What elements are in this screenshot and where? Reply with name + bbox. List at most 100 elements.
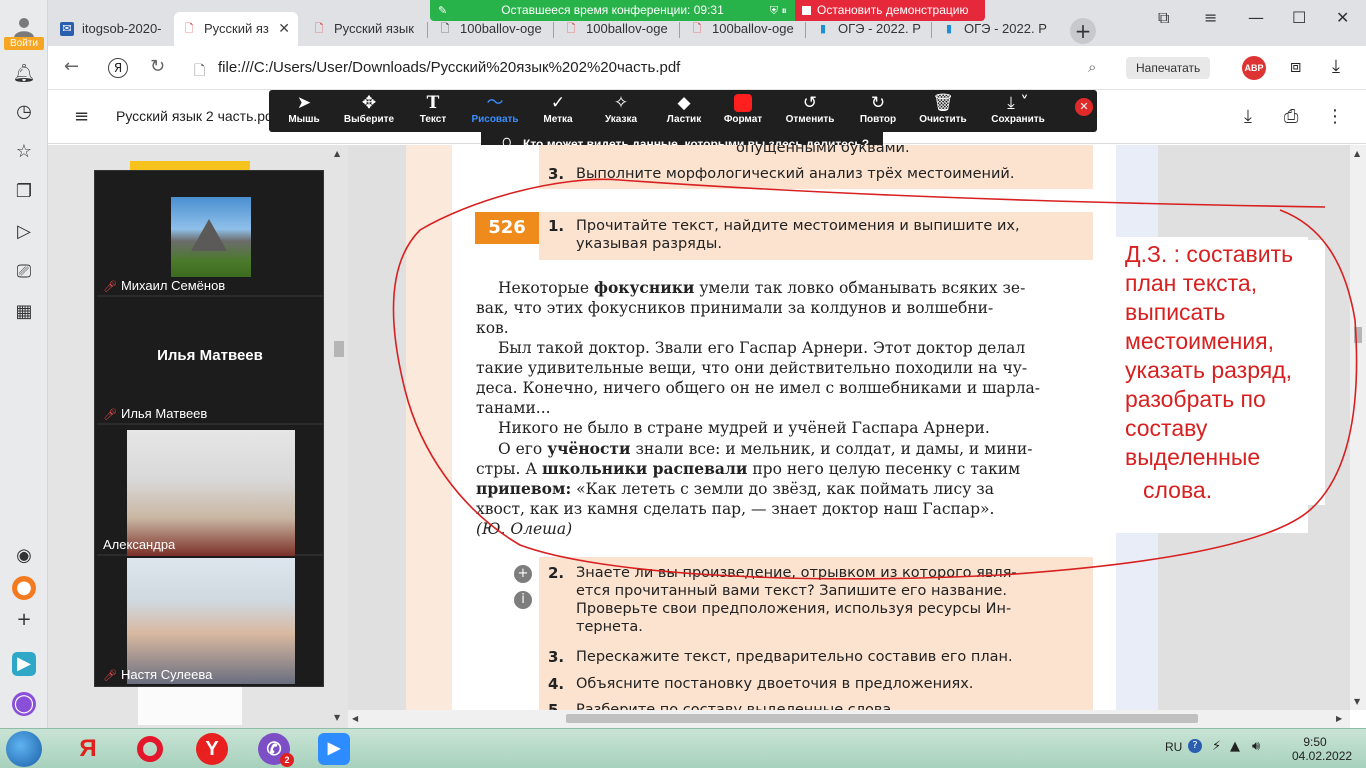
task-text: ется прочитанный вами текст? Запишите ег… xyxy=(576,583,1007,599)
tab-separator xyxy=(553,22,554,38)
horizontal-scrollbar-thumb[interactable] xyxy=(566,714,1198,723)
pdf-print-icon[interactable]: ⎙ xyxy=(1284,106,1298,127)
tool-eraser[interactable]: ◆ Ластик xyxy=(652,92,716,132)
collections-icon[interactable]: ❐ xyxy=(12,180,36,204)
tool-clear[interactable]: 🗑︎ Очистить xyxy=(911,92,975,132)
apps-grid-icon[interactable]: ▦ xyxy=(12,300,36,324)
reload-icon[interactable]: ↻ xyxy=(150,56,165,77)
conference-timer-banner: ✎ Оставшееся время конференции: 09:31 ⛨ … xyxy=(430,0,795,21)
viber-icon[interactable]: ✆ 2 xyxy=(258,733,294,767)
tabs-menu-icon[interactable]: ⧉ xyxy=(1158,8,1169,28)
participant-tile[interactable]: 🎤︎ Михаил Семёнов xyxy=(97,171,323,297)
alice-assistant-icon[interactable]: ◯ xyxy=(12,692,36,716)
thumbnail-scrollbar-thumb[interactable] xyxy=(334,341,344,357)
adblock-extension-icon[interactable]: АВР xyxy=(1242,56,1266,80)
tab-title: Русский язык xyxy=(334,21,414,36)
horizontal-scrollbar[interactable]: ◀ ▶ xyxy=(348,710,1350,728)
alice-icon[interactable]: ◉ xyxy=(12,544,36,568)
minimize-icon[interactable]: — xyxy=(1248,8,1264,27)
screenshot-camera-icon[interactable]: ⎚ xyxy=(12,260,36,284)
media-play-icon[interactable]: ▷ xyxy=(12,220,36,244)
scroll-up-arrow-icon[interactable]: ▲ xyxy=(334,149,340,158)
app-orange-icon[interactable]: ● xyxy=(12,576,36,600)
close-toolbar-icon[interactable]: ✕ xyxy=(1075,98,1093,116)
bell-icon[interactable]: 🔔︎ xyxy=(12,62,36,86)
tool-redo[interactable]: ↻ Повтор xyxy=(846,92,910,132)
help-icon[interactable]: ? xyxy=(1188,739,1202,753)
tool-select[interactable]: ✥ Выберите xyxy=(337,92,401,132)
tab-russian-2[interactable]: 🗋︎ Русский язык xyxy=(304,12,422,46)
participant-photo xyxy=(171,197,251,277)
doc-icon: 🗋︎ xyxy=(440,22,450,35)
start-button-icon[interactable] xyxy=(6,731,42,767)
clock[interactable]: 9:50 04.02.2022 xyxy=(1292,735,1352,763)
thumbnail-page[interactable] xyxy=(138,685,242,725)
volume-icon[interactable]: 🔊︎ xyxy=(1252,739,1260,754)
pdf-title: Русский язык 2 часть.pdf xyxy=(116,108,276,124)
history-icon[interactable]: ◷ xyxy=(12,100,36,124)
text-line: вак, что этих фокусников принимали за ко… xyxy=(476,299,994,317)
language-indicator[interactable]: RU xyxy=(1165,740,1182,754)
tool-text[interactable]: T Текст xyxy=(401,92,465,132)
pdf-viewer[interactable]: опущенными буквами. 3. Выполните морфоло… xyxy=(348,145,1366,710)
extension-icon[interactable]: ⧈ xyxy=(1290,56,1301,77)
cursor-icon: ➤ xyxy=(296,93,312,113)
homework-line: разобрать по xyxy=(1125,386,1266,412)
tool-save[interactable]: ⤓ ˅ Сохранить xyxy=(986,92,1050,132)
pdf-download-icon[interactable]: ⤓ xyxy=(1244,106,1252,127)
text-line: хвост, как из камня сделать пар, — знает… xyxy=(476,500,995,518)
yandex-app-icon[interactable]: Я xyxy=(72,733,104,765)
url-field[interactable]: file:///C:/Users/User/Downloads/Русский%… xyxy=(218,59,680,76)
scroll-right-arrow-icon[interactable]: ▶ xyxy=(1336,714,1342,723)
maximize-icon[interactable]: ☐ xyxy=(1292,8,1306,27)
text-line: ков. xyxy=(476,319,509,337)
scroll-up-arrow-icon[interactable]: ▲ xyxy=(1354,149,1360,158)
save-icon: ⤓ ˅ xyxy=(1007,93,1029,113)
tool-draw[interactable]: 〜 Рисовать xyxy=(463,92,527,132)
address-bar: ← Я ↻ 🗋︎ file:///C:/Users/User/Downloads… xyxy=(48,46,1366,90)
tool-mouse[interactable]: ➤ Мышь xyxy=(272,92,336,132)
text-line: Никого не было в стране мудрей и учёней … xyxy=(498,419,990,437)
scroll-down-arrow-icon[interactable]: ▼ xyxy=(334,713,340,722)
stop-sharing-button[interactable]: Остановить демонстрацию xyxy=(795,0,985,21)
usb-icon[interactable]: ⚡︎ xyxy=(1212,739,1221,754)
zoom-icon[interactable]: ⌕ xyxy=(1088,58,1096,76)
add-panel-icon[interactable]: + xyxy=(12,608,36,632)
info-icon[interactable]: i xyxy=(514,591,532,609)
vertical-scrollbar[interactable]: ▲ ▼ xyxy=(1350,145,1366,710)
exercise-number: 526 xyxy=(475,212,539,244)
text-line: Был такой доктор. Звали его Гаспар Арнер… xyxy=(498,339,1026,357)
scroll-left-arrow-icon[interactable]: ◀ xyxy=(352,714,358,723)
zoom-app-icon[interactable]: ▶ xyxy=(318,733,350,765)
print-page-button[interactable]: Напечатать xyxy=(1126,57,1211,79)
user-avatar-icon[interactable] xyxy=(12,16,36,38)
pdf-more-icon[interactable]: ⋮ xyxy=(1326,106,1344,127)
scroll-down-arrow-icon[interactable]: ▼ xyxy=(1354,697,1360,706)
tab-itogsob[interactable]: ✉ itogsob-2020- xyxy=(52,12,170,46)
bookmarks-star-icon[interactable]: ☆ xyxy=(12,140,36,164)
tool-undo[interactable]: ↺ Отменить xyxy=(778,92,842,132)
tool-spotlight[interactable]: ✧ Указка xyxy=(589,92,653,132)
participant-tile[interactable]: Александра xyxy=(97,430,323,556)
close-window-icon[interactable]: ✕ xyxy=(1336,8,1349,27)
download-icon[interactable]: ⤓ xyxy=(1332,56,1340,77)
participant-name: Настя Сулеева xyxy=(120,667,213,682)
yandex-browser-icon[interactable]: Y xyxy=(196,733,228,765)
pdf-menu-icon[interactable]: ≡ xyxy=(74,106,89,127)
hamburger-menu-icon[interactable]: ≡ xyxy=(1204,8,1217,27)
back-arrow-icon[interactable]: ← xyxy=(64,56,79,77)
yandex-logo-icon[interactable]: Я xyxy=(108,58,128,78)
opera-icon[interactable] xyxy=(134,733,166,765)
tool-stamp[interactable]: ✓ Метка xyxy=(526,92,590,132)
tool-format[interactable]: Формат xyxy=(711,92,775,132)
tray-expand-icon[interactable]: ▲ xyxy=(1230,739,1240,754)
tab-russian-active[interactable]: 🗋︎ Русский яз ✕ xyxy=(174,12,298,46)
messenger-icon[interactable]: ▶ xyxy=(12,652,36,676)
participant-tile[interactable]: Илья Матвеев 🎤︎ Илья Матвеев xyxy=(97,299,323,425)
participant-tile[interactable]: 🎤︎ Настя Сулеева xyxy=(97,558,323,684)
zoom-in-icon[interactable]: + xyxy=(514,565,532,583)
new-tab-plus-icon[interactable]: + xyxy=(1070,18,1096,44)
login-button[interactable]: Войти xyxy=(4,37,44,50)
vertical-scrollbar-thumb[interactable] xyxy=(1354,327,1362,343)
close-tab-icon[interactable]: ✕ xyxy=(278,12,290,46)
